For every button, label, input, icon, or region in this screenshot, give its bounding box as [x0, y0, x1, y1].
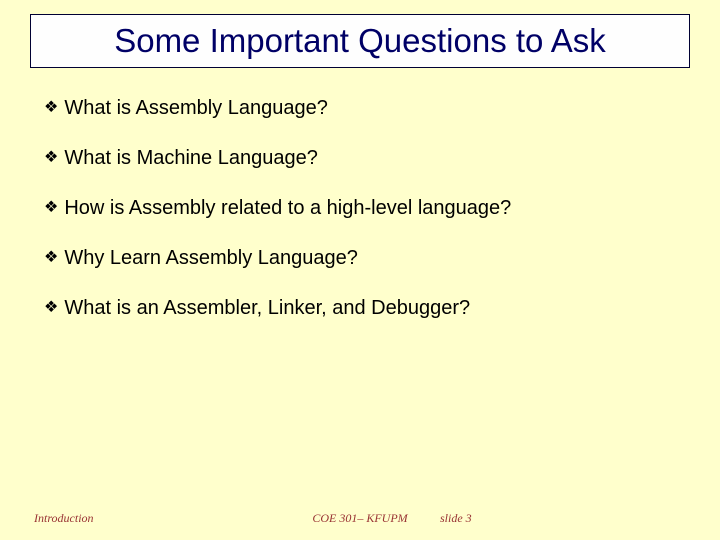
bullet-text: What is Assembly Language? — [64, 96, 328, 120]
diamond-bullet-icon: ❖ — [44, 246, 58, 270]
list-item: ❖ What is Machine Language? — [44, 146, 684, 170]
content-area: ❖ What is Assembly Language? ❖ What is M… — [44, 96, 684, 346]
bullet-text: Why Learn Assembly Language? — [64, 246, 358, 270]
footer-center: COE 301– KFUPM — [0, 511, 720, 526]
diamond-bullet-icon: ❖ — [44, 196, 58, 220]
slide-title: Some Important Questions to Ask — [114, 22, 606, 60]
list-item: ❖ What is Assembly Language? — [44, 96, 684, 120]
bullet-text: What is an Assembler, Linker, and Debugg… — [64, 296, 470, 320]
slide: Some Important Questions to Ask ❖ What i… — [0, 0, 720, 540]
diamond-bullet-icon: ❖ — [44, 146, 58, 170]
diamond-bullet-icon: ❖ — [44, 96, 58, 120]
diamond-bullet-icon: ❖ — [44, 296, 58, 320]
bullet-text: What is Machine Language? — [64, 146, 318, 170]
list-item: ❖ Why Learn Assembly Language? — [44, 246, 684, 270]
footer: Introduction COE 301– KFUPM slide 3 — [0, 508, 720, 528]
title-box: Some Important Questions to Ask — [30, 14, 690, 68]
bullet-text: How is Assembly related to a high-level … — [64, 196, 511, 220]
footer-right: slide 3 — [440, 511, 472, 526]
list-item: ❖ How is Assembly related to a high-leve… — [44, 196, 684, 220]
list-item: ❖ What is an Assembler, Linker, and Debu… — [44, 296, 684, 320]
